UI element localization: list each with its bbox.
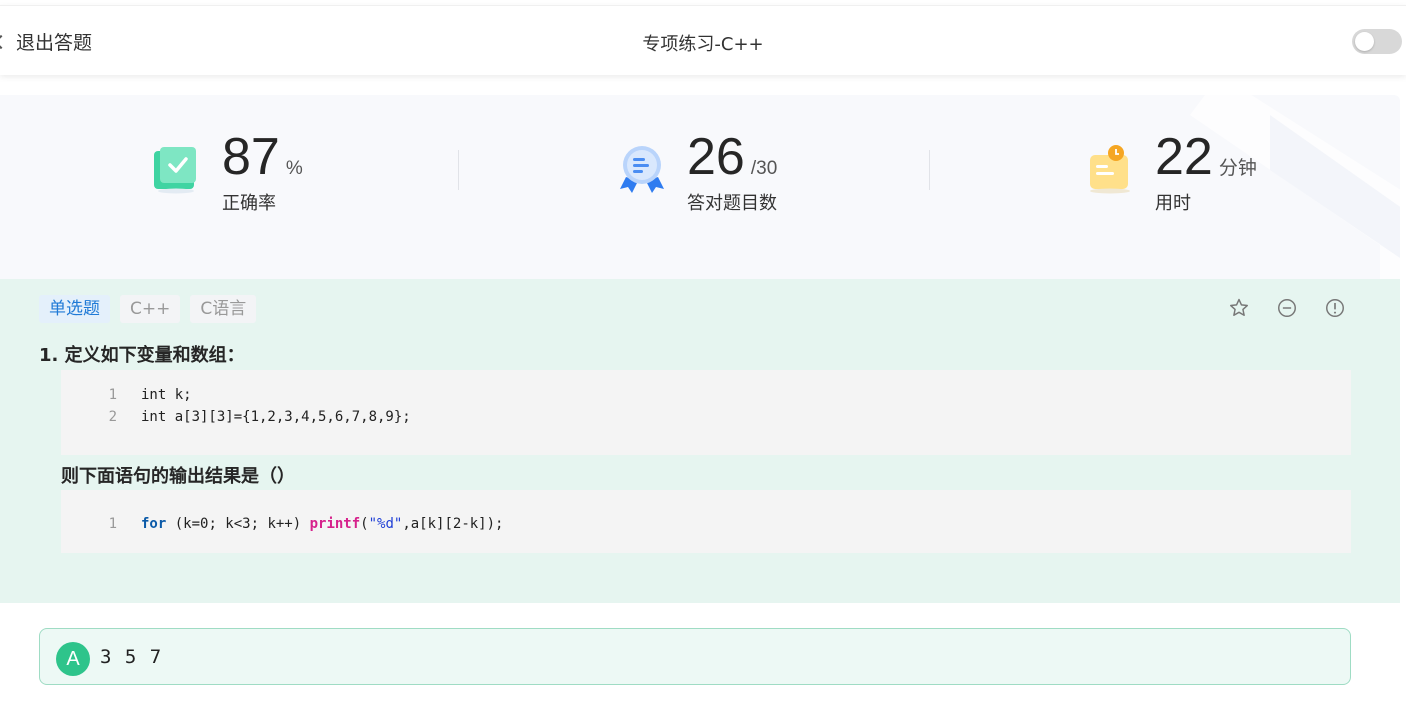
- option-text: 3 5 7: [100, 646, 163, 668]
- question-tags: 单选题 C++ C语言: [39, 295, 257, 323]
- tag-cpp: C++: [120, 295, 181, 323]
- tag-question-type: 单选题: [39, 295, 110, 323]
- toggle-knob: [1355, 32, 1374, 51]
- stat-divider: [458, 150, 459, 190]
- report-icon[interactable]: [1324, 297, 1346, 319]
- stats-panel: 87% 正确率 26/30 答对题目数 22 分钟 用时: [0, 95, 1400, 279]
- code-line: 1 int k;: [108, 387, 192, 403]
- top-bar: 退出答题 专项练习-C++: [0, 5, 1406, 75]
- question-area: 单选题 C++ C语言 1. 定义如下变量和数组： 1 int k; 2 int a…: [0, 279, 1400, 603]
- code-block: 1 int k; 2 int a[3][3]={1,2,3,4,5,6,7,8,9}…: [61, 370, 1351, 455]
- stat-divider: [929, 150, 930, 190]
- page-title: 专项练习-C++: [642, 34, 764, 55]
- checkbook-icon: [154, 147, 196, 194]
- minus-circle-icon[interactable]: [1276, 297, 1298, 319]
- award-ribbon-icon: [620, 146, 664, 193]
- mode-toggle[interactable]: [1352, 29, 1402, 54]
- code-block: 1 for (k=0; k<3; k++) printf("%d",a[k][2-…: [61, 490, 1351, 553]
- code-line: 2 int a[3][3]={1,2,3,4,5,6,7,8,9};: [108, 409, 411, 425]
- correct-count-value: 26/30: [687, 128, 778, 186]
- star-icon[interactable]: [1228, 297, 1250, 319]
- accuracy-value: 87%: [222, 128, 303, 186]
- question-title: 1. 定义如下变量和数组：: [39, 345, 245, 366]
- question-tools: [1228, 297, 1346, 319]
- option-a[interactable]: A 3 5 7: [39, 628, 1351, 685]
- tag-c-language: C语言: [190, 295, 257, 323]
- question-subtitle: 则下面语句的输出结果是（）: [61, 466, 295, 487]
- time-value: 22 分钟: [1155, 128, 1257, 186]
- clock-note-icon: [1090, 145, 1130, 194]
- correct-count-label: 答对题目数: [687, 193, 777, 214]
- accuracy-label: 正确率: [222, 193, 276, 214]
- time-label: 用时: [1155, 193, 1191, 214]
- option-letter-badge: A: [56, 642, 90, 676]
- code-line: 1 for (k=0; k<3; k++) printf("%d",a[k][2-…: [108, 516, 504, 532]
